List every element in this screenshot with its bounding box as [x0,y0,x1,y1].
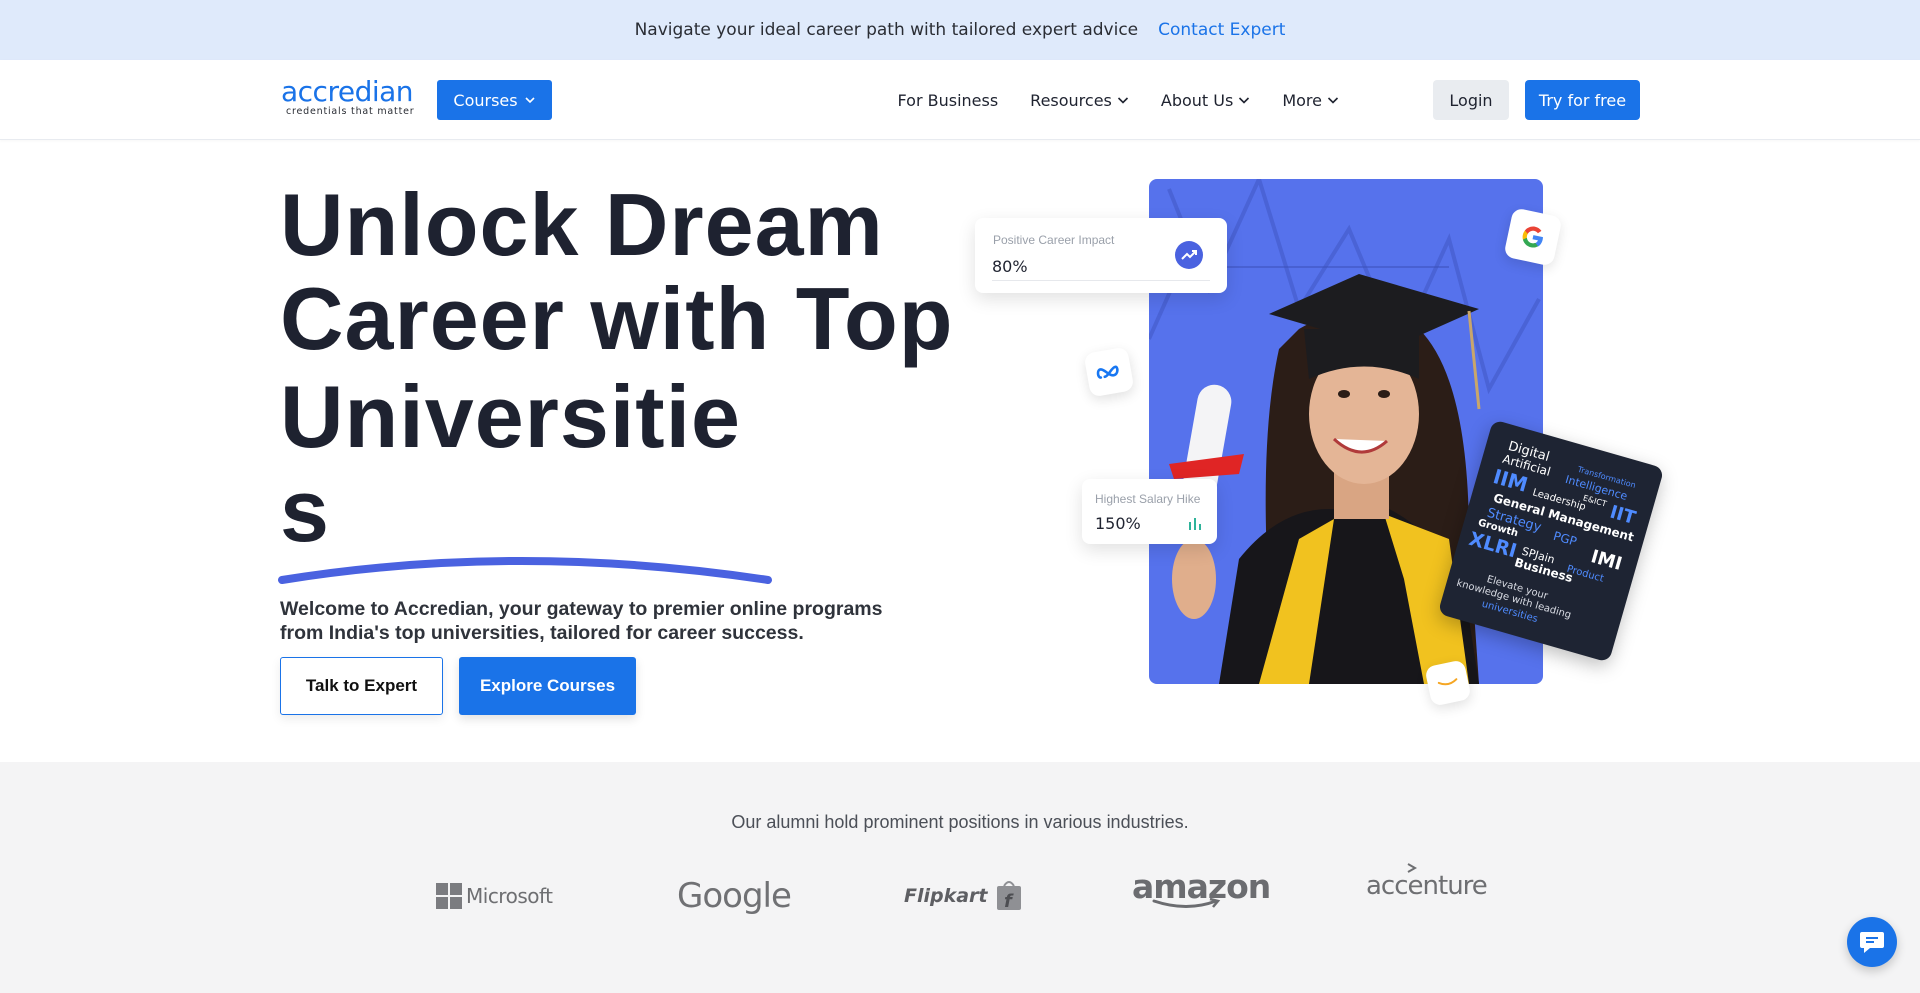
accenture-logo: accenture [1366,862,1488,906]
top-banner: Navigate your ideal career path with tai… [0,0,1920,60]
hero-underline-curve [278,557,772,584]
salary-hike-value: 150% [1095,514,1141,533]
alumni-title: Our alumni hold prominent positions in v… [731,812,1189,832]
nav-for-business-label: For Business [897,90,999,110]
hero-title-line: Career with Top [280,269,954,368]
meta-infinity-icon [1096,365,1119,379]
google-logo-badge [1503,207,1563,267]
bar-chart-icon [1189,518,1201,530]
google-wordmark-logo: Google [677,874,792,918]
nav-for-business[interactable]: For Business [898,91,999,110]
contact-expert-link[interactable]: Contact Expert [1158,20,1285,40]
hero-title: Unlock Dream Career with Top Universitie… [280,178,980,558]
hero-subtitle: Welcome to Accredian, your gateway to pr… [280,598,883,644]
chat-support-button[interactable] [1847,917,1897,967]
logo-word: accredian [281,75,414,108]
career-impact-value: 80% [992,257,1028,276]
career-impact-card: Positive Career Impact 80% [975,218,1227,293]
accredian-logo[interactable]: accredian credentials that matter [281,78,414,118]
salary-hike-card: Highest Salary Hike 150% [1082,479,1217,544]
amazon-smile-icon [1437,678,1458,686]
salary-hike-label: Highest Salary Hike [1095,492,1201,506]
nav-more-label: More [1282,90,1322,110]
google-wordmark: Google [677,876,792,916]
chevron-down-icon [1239,97,1250,104]
chat-phone-icon [1860,932,1884,953]
courses-label: Courses [453,90,518,110]
login-button[interactable]: Login [1433,80,1509,120]
hero-title-line: Unlock Dream [280,175,884,274]
banner-message: Navigate your ideal career path with tai… [634,20,1139,40]
flipkart-bag-icon: f [996,881,1021,912]
nav-resources-label: Resources [1030,90,1112,110]
hero-title-line: s [280,461,330,560]
meta-logo-badge [1083,346,1135,398]
chevron-down-icon [1327,97,1339,104]
courses-button[interactable]: Courses [437,80,552,120]
hero-title-line: Universitie [280,367,741,466]
trend-up-icon [1175,241,1203,269]
amazon-arrow-icon [1152,898,1221,908]
amazon-logo-badge [1424,659,1472,707]
flipkart-logo: Flipkart f [904,874,1024,918]
logo-tagline: credentials that matter [286,106,415,117]
nav-more[interactable]: More [1282,91,1339,110]
divider [992,280,1210,281]
chevron-down-icon [525,97,535,104]
microsoft-wordmark: Microsoft [466,884,553,908]
explore-courses-button[interactable]: Explore Courses [459,657,636,715]
flipkart-wordmark: Flipkart [904,885,988,907]
career-impact-label: Positive Career Impact [993,233,1115,247]
google-g-icon [1522,226,1543,248]
nav-about-us[interactable]: About Us [1161,91,1250,110]
amazon-logo: amazon [1132,870,1271,914]
try-for-free-button[interactable]: Try for free [1525,80,1640,120]
accenture-wordmark: accenture [1366,871,1488,901]
alumni-section: Our alumni hold prominent positions in v… [0,762,1920,993]
microsoft-logo: Microsoft [436,874,553,918]
nav-links: For Business Resources About Us More [898,80,1339,120]
talk-to-expert-button[interactable]: Talk to Expert [280,657,443,715]
nav-resources[interactable]: Resources [1030,91,1129,110]
nav-about-us-label: About Us [1160,90,1234,110]
navbar: accredian credentials that matter Course… [0,60,1920,140]
chevron-down-icon [1117,97,1128,104]
word-cloud-term: PGP [1551,528,1579,549]
microsoft-squares-icon [436,883,462,909]
